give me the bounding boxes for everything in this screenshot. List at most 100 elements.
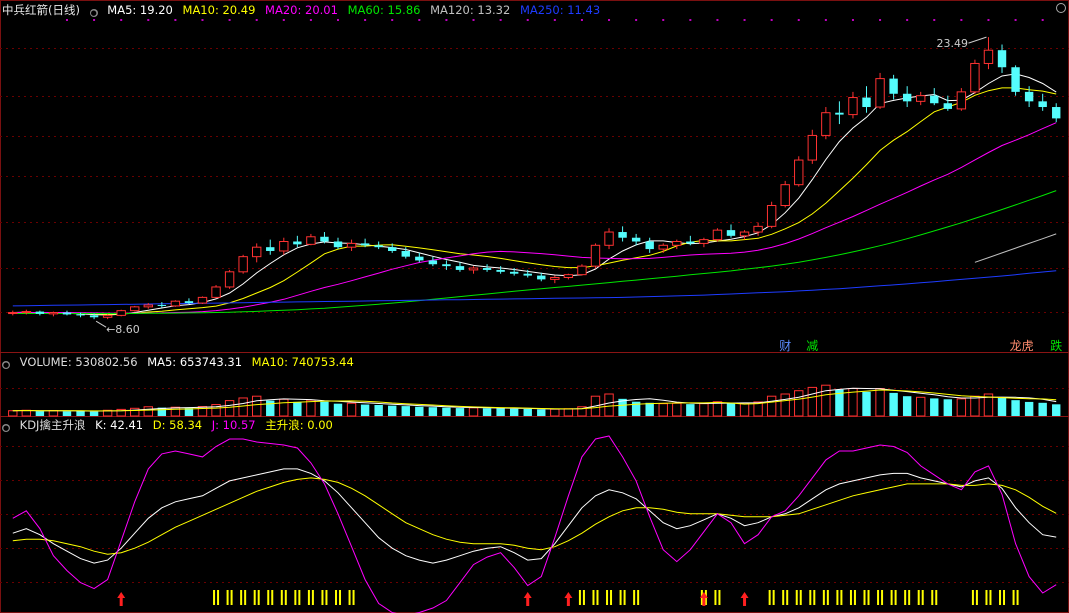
signal-stripe xyxy=(826,590,829,605)
candle-body-up xyxy=(821,112,831,136)
top-marker-dot xyxy=(662,19,665,21)
kline-chart-canvas[interactable]: 23.49 ←8.60 财 减 龙虎 跌 xyxy=(0,0,1069,613)
candle-body-up xyxy=(238,256,248,273)
signal-stripe xyxy=(786,590,789,605)
top-marker-dot xyxy=(93,19,96,21)
volume-readout: VOLUME: 530802.56 xyxy=(19,355,138,369)
signal-stripe xyxy=(217,590,220,605)
top-marker-dot xyxy=(201,19,204,21)
top-marker-dot xyxy=(499,19,502,21)
volume-bar-up xyxy=(604,393,614,417)
signal-stripe xyxy=(849,590,852,605)
signal-stripe xyxy=(335,590,338,605)
volume-bar-down xyxy=(76,410,85,416)
kdj-signal-readout: 主升浪: 0.00 xyxy=(265,418,333,432)
volume-bar-down xyxy=(686,404,695,416)
candle-body-down xyxy=(266,247,275,251)
candle-body-down xyxy=(455,266,465,270)
kdj-indicator-name[interactable]: KDJ擒主升浪 xyxy=(20,418,86,432)
volume-bar-down xyxy=(997,397,1007,416)
top-marker-dot xyxy=(553,19,556,21)
candle-body-up xyxy=(8,312,18,315)
buy-arrow-icon xyxy=(523,592,532,606)
volume-bar-down xyxy=(401,406,410,416)
top-marker-dot xyxy=(337,19,340,21)
signal-stripe xyxy=(975,590,978,605)
top-marker-dot xyxy=(879,19,882,21)
volume-bar-down xyxy=(726,402,736,416)
top-marker-dot xyxy=(689,19,692,21)
candle-body-up xyxy=(970,62,980,93)
signal-stripe xyxy=(284,590,287,605)
signal-stripe xyxy=(1012,590,1015,605)
top-marker-dot xyxy=(418,19,421,21)
candle-body-up xyxy=(21,311,32,314)
price-header: 中兵红箭(日线) ● MA5: 19.20 MA10: 20.49 MA20: … xyxy=(2,3,606,17)
volume-bar-up xyxy=(766,395,777,417)
ma-line-ma120 xyxy=(974,233,1057,263)
high-label-leader xyxy=(968,36,987,44)
top-marker-dot xyxy=(364,19,367,21)
top-marker-dot xyxy=(65,19,68,21)
volume-bar-up xyxy=(468,407,479,417)
kdj-settings-dot-icon[interactable]: ● xyxy=(2,424,10,432)
stock-title[interactable]: 中兵红箭(日线) xyxy=(2,3,80,17)
volume-bar-up xyxy=(48,410,59,417)
candle-body-up xyxy=(983,49,994,64)
volume-bar-up xyxy=(143,406,153,417)
candle-body-down xyxy=(388,247,397,251)
candle-body-down xyxy=(35,311,45,314)
top-marker-dot xyxy=(1041,19,1044,21)
volume-header: ● VOLUME: 530802.56 MA5: 653743.31 MA10:… xyxy=(2,355,360,369)
volume-bar-down xyxy=(374,405,383,416)
top-marker-dot xyxy=(635,19,638,21)
signal-stripe xyxy=(813,590,816,605)
volume-bar-down xyxy=(1038,402,1047,416)
top-marker-dot xyxy=(309,19,312,21)
signal-stripe xyxy=(795,590,798,605)
signal-stripe xyxy=(853,590,856,605)
candle-body-down xyxy=(428,260,438,265)
signal-stripe xyxy=(989,590,992,605)
signal-stripe xyxy=(253,590,256,605)
ma10-readout: MA10: 20.49 xyxy=(182,3,256,17)
low-label-leader xyxy=(95,320,107,328)
candle-body-up xyxy=(197,296,208,304)
top-marker-dot xyxy=(797,19,800,21)
volume-bar-down xyxy=(1052,404,1061,416)
candle-body-up xyxy=(807,134,818,161)
top-marker-dot xyxy=(608,19,611,21)
volume-bar-up xyxy=(550,408,560,417)
signal-stripe xyxy=(867,590,870,605)
volume-settings-dot-icon[interactable]: ● xyxy=(2,361,10,369)
settings-dot-icon[interactable]: ● xyxy=(89,9,98,17)
volume-bar-down xyxy=(333,403,343,416)
ma-line-ma60 xyxy=(12,190,1057,314)
candle-body-up xyxy=(468,267,479,271)
signal-stripe xyxy=(809,590,812,605)
volume-bar-down xyxy=(320,401,329,416)
top-marker-dot xyxy=(526,19,529,21)
volume-bar-up xyxy=(224,400,235,417)
volume-bar-down xyxy=(360,404,370,416)
signal-stripe xyxy=(606,590,609,605)
buy-arrow-icon xyxy=(740,592,749,606)
signal-stripe xyxy=(280,590,283,605)
signal-stripe xyxy=(894,590,897,605)
volume-bar-down xyxy=(442,407,451,416)
volume-bar-down xyxy=(523,408,532,416)
signal-stripe xyxy=(352,590,355,605)
volume-bar-up xyxy=(875,388,885,417)
signal-stripe xyxy=(267,590,270,605)
top-marker-dot xyxy=(824,19,827,21)
candle-body-down xyxy=(523,273,532,276)
top-marker-dot xyxy=(391,19,394,21)
volume-bar-down xyxy=(1011,400,1020,416)
candle-body-down xyxy=(360,243,370,246)
ma20-readout: MA20: 20.01 xyxy=(265,3,338,17)
volume-bar-up xyxy=(807,386,818,417)
signal-stripe xyxy=(596,590,599,605)
signal-stripe xyxy=(213,590,216,605)
signal-stripe xyxy=(921,590,924,605)
event-marker-label: 财 xyxy=(779,339,791,353)
